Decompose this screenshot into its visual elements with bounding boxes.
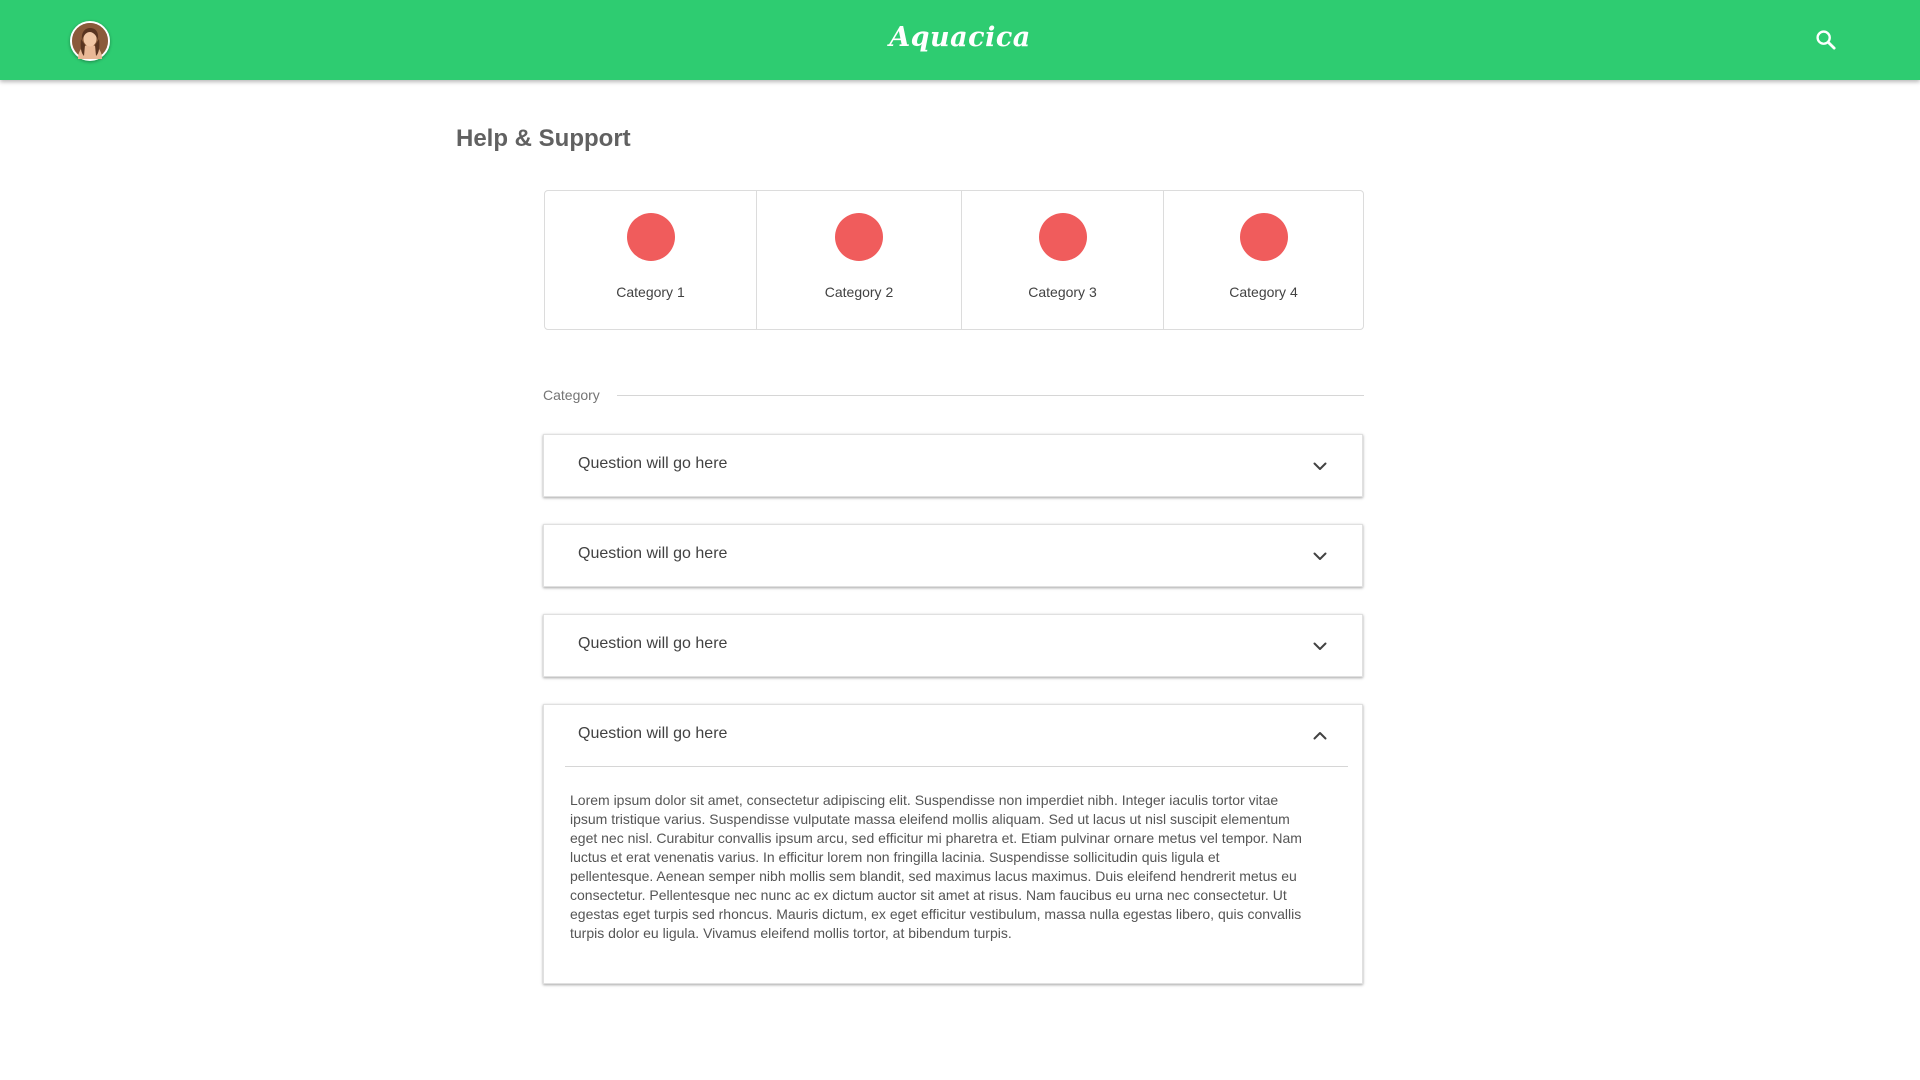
section-divider	[616, 394, 1364, 396]
category-tile-3[interactable]: Category 3	[962, 191, 1164, 329]
faq-question: Question will go here	[578, 545, 728, 562]
category-tile-1[interactable]: Category 1	[545, 191, 757, 329]
category-tile-4[interactable]: Category 4	[1164, 191, 1363, 329]
faq-item-1: Question will go here	[543, 434, 1363, 497]
faq-item-1-header[interactable]: Question will go here	[544, 435, 1362, 496]
chevron-down-icon[interactable]	[1308, 544, 1332, 568]
category-3-icon	[1038, 213, 1087, 261]
search-button[interactable]	[1812, 26, 1840, 54]
app-bar: Aquacica	[0, 0, 1920, 80]
faq-answer: Lorem ipsum dolor sit amet, consectetur …	[570, 792, 1302, 941]
category-4-label: Category 4	[1229, 284, 1298, 300]
brand-logo: Aquacica	[889, 22, 1031, 53]
chevron-down-icon[interactable]	[1308, 454, 1332, 478]
search-icon	[1816, 30, 1836, 50]
category-2-icon	[835, 213, 883, 261]
faq-item-3-header[interactable]: Question will go here	[544, 615, 1362, 676]
faq-item-3: Question will go here	[543, 614, 1363, 677]
faq-item-4-header[interactable]: Question will go here	[544, 705, 1362, 766]
category-1-icon	[626, 213, 675, 261]
section-header: Category	[543, 386, 1364, 404]
faq-question: Question will go here	[578, 635, 728, 652]
faq-item-4: Question will go here Lorem ipsum dolor …	[543, 704, 1363, 984]
faq-item-2: Question will go here	[543, 524, 1363, 587]
category-1-label: Category 1	[616, 284, 685, 300]
category-4-icon	[1239, 213, 1288, 261]
category-tile-2[interactable]: Category 2	[757, 191, 962, 329]
category-grid: Category 1 Category 2 Category 3 Categor…	[544, 190, 1364, 330]
chevron-down-icon[interactable]	[1308, 634, 1332, 658]
faq-question: Question will go here	[578, 455, 728, 472]
faq-question: Question will go here	[578, 725, 728, 742]
category-2-label: Category 2	[824, 284, 894, 300]
category-3-label: Category 3	[1028, 284, 1097, 300]
page-title: Help & Support	[456, 125, 631, 152]
section-label: Category	[543, 387, 600, 403]
chevron-up-icon[interactable]	[1308, 724, 1332, 748]
faq-item-2-header[interactable]: Question will go here	[544, 525, 1362, 586]
